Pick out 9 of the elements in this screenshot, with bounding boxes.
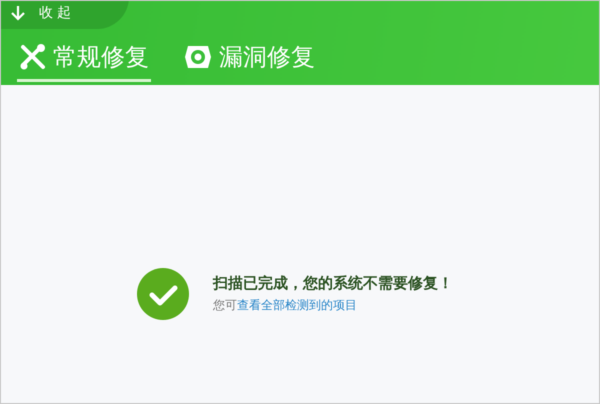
- tools-icon: [19, 43, 47, 71]
- status-note: 您可: [213, 298, 237, 312]
- down-arrow-icon: [11, 5, 25, 21]
- check-circle-icon: [137, 268, 189, 320]
- status-title: 扫描已完成，您的系统不需要修复！: [213, 274, 453, 293]
- view-items-link[interactable]: 查看全部检测到的项目: [237, 298, 357, 312]
- collapse-button[interactable]: 收起: [1, 1, 129, 29]
- tab[interactable]: 漏洞修复: [181, 39, 317, 82]
- tab[interactable]: 常规修复: [17, 39, 151, 82]
